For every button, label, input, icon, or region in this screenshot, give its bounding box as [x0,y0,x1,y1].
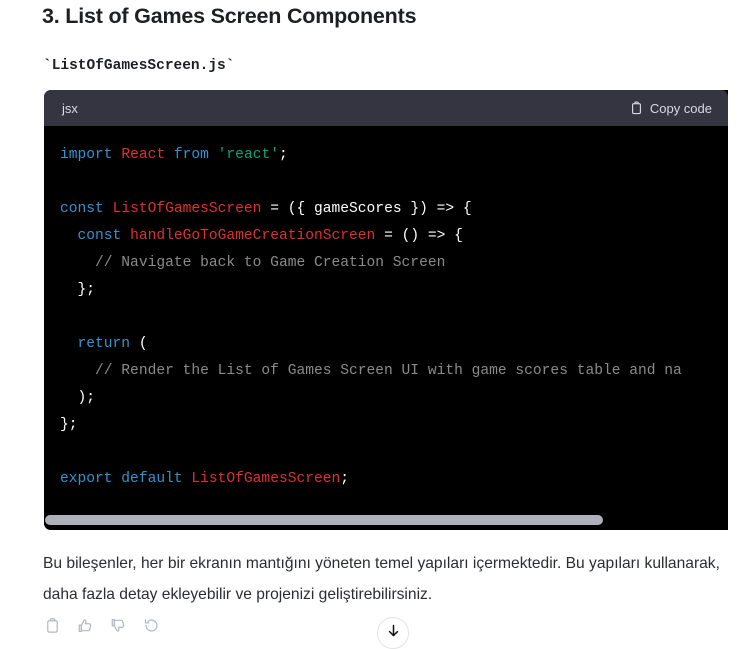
copy-code-button[interactable]: Copy code [630,101,712,116]
code-horizontal-scrollbar[interactable] [44,509,728,530]
code-block: jsx Copy code import React from 'react';… [44,90,728,530]
thumbs-up-icon[interactable] [75,615,95,635]
copy-icon[interactable] [42,615,62,635]
scroll-to-bottom-button[interactable] [377,617,409,649]
regenerate-icon[interactable] [141,615,161,635]
code-text: import React from 'react'; const ListOfG… [60,147,682,487]
copy-code-label: Copy code [649,100,712,116]
message-content: 3. List of Games Screen Components `List… [0,0,756,649]
code-body: import React from 'react'; const ListOfG… [44,126,728,530]
code-block-header: jsx Copy code [44,90,728,126]
page-title: 3. List of Games Screen Components [42,4,417,28]
message-actions [42,615,161,635]
filename-inline-code: `ListOfGamesScreen.js` [43,58,235,74]
arrow-down-icon [386,623,401,643]
body-paragraph: Bu bileşenler, her bir ekranın mantığını… [43,555,720,603]
code-language-label: jsx [62,100,78,116]
clipboard-icon [630,101,643,115]
thumbs-down-icon[interactable] [108,615,128,635]
scrollbar-thumb[interactable] [45,514,603,525]
